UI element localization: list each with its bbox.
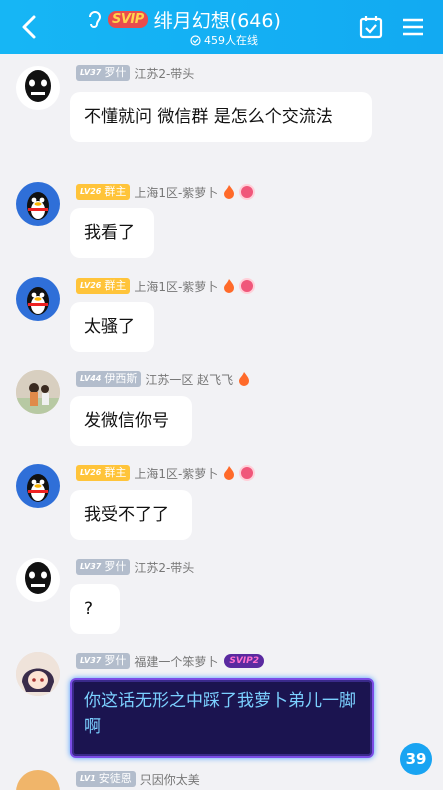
medal-icon [239, 278, 256, 294]
avatar-partial[interactable] [16, 770, 60, 790]
sender-name: 江苏2-带头 [134, 560, 195, 575]
svip-badge: SVIP [108, 10, 148, 28]
sender-name: 上海1区-紫萝卜 [134, 279, 219, 294]
sender-meta: LV26 群主 上海1区-紫萝卜 [76, 277, 256, 295]
flame-icon [224, 466, 235, 480]
penguin-avatar-icon [27, 474, 49, 502]
flame-icon [239, 372, 250, 386]
message-bubble[interactable]: ? [70, 584, 120, 634]
earpiece-icon [89, 11, 102, 28]
anime-avatar-icon [16, 652, 60, 696]
avatar-black-face[interactable] [16, 558, 60, 602]
unread-count-badge[interactable]: 39 [400, 743, 432, 775]
medal-icon [239, 184, 256, 200]
sender-meta: LV26 群主 上海1区-紫萝卜 [76, 183, 256, 201]
sender-name: 江苏一区 赵飞飞 [145, 372, 234, 387]
avatar-penguin[interactable] [16, 464, 60, 508]
black-face-avatar-icon [25, 70, 51, 102]
message-bubble[interactable]: 发微信你号 [70, 396, 192, 446]
level-badge: LV37 罗什 [76, 653, 131, 669]
flame-icon [224, 185, 235, 199]
level-badge: LV44 伊西斯 [76, 371, 142, 387]
check-circle-icon [190, 34, 201, 46]
penguin-avatar-icon [27, 192, 49, 220]
sender-meta: LV37 罗什 江苏2-带头 [76, 558, 194, 576]
level-badge: LV26 群主 [76, 278, 131, 294]
calendar-check-icon[interactable] [358, 14, 384, 40]
medal-icon [239, 465, 256, 481]
svip2-badge: SVIP2 [224, 654, 264, 668]
avatar-anime[interactable] [16, 652, 60, 696]
back-arrow-icon[interactable] [14, 12, 44, 42]
avatar-photo[interactable] [16, 370, 60, 414]
message-bubble[interactable]: 我看了 [70, 208, 154, 258]
online-count-text: 459人在线 [204, 34, 258, 47]
level-badge: LV37 罗什 [76, 65, 131, 81]
fancy-message-bubble[interactable]: 你这话无形之中踩了我萝卜弟儿一脚啊 [70, 678, 374, 758]
sender-name: 福建一个笨萝卜 [134, 654, 219, 669]
sender-name: 上海1区-紫萝卜 [134, 185, 219, 200]
sender-name: 江苏2-带头 [134, 66, 195, 81]
online-count: 459人在线 [190, 32, 258, 48]
avatar-penguin[interactable] [16, 277, 60, 321]
sender-meta: LV26 群主 上海1区-紫萝卜 [76, 464, 256, 482]
level-badge: LV1 安徒恩 [76, 771, 136, 787]
message-bubble[interactable]: 我受不了了 [70, 490, 192, 540]
sender-meta: LV44 伊西斯 江苏一区 赵飞飞 [76, 370, 251, 388]
sender-name: 上海1区-紫萝卜 [134, 466, 219, 481]
group-title-row[interactable]: SVIP 绯月幻想(646) [86, 6, 281, 32]
sender-meta: LV1 安徒恩 只因你太美 [76, 770, 200, 788]
level-badge: LV37 罗什 [76, 559, 131, 575]
avatar-penguin[interactable] [16, 182, 60, 226]
group-title: 绯月幻想(646) [153, 9, 281, 32]
message-bubble[interactable]: 不懂就问 微信群 是怎么个交流法 [70, 92, 372, 142]
sender-meta: LV37 罗什 福建一个笨萝卜 SVIP2 [76, 652, 264, 670]
photo-avatar-icon [16, 370, 60, 414]
penguin-avatar-icon [27, 287, 49, 315]
level-badge: LV26 群主 [76, 465, 131, 481]
avatar-black-face[interactable] [16, 66, 60, 110]
flame-icon [224, 279, 235, 293]
menu-icon[interactable] [400, 14, 426, 40]
black-face-avatar-icon [25, 562, 51, 594]
chat-header: SVIP 绯月幻想(646) 459人在线 [0, 0, 443, 54]
level-badge: LV26 群主 [76, 184, 131, 200]
sender-name: 只因你太美 [139, 772, 200, 787]
sender-meta: LV37 罗什 江苏2-带头 [76, 64, 194, 82]
message-bubble[interactable]: 太骚了 [70, 302, 154, 352]
